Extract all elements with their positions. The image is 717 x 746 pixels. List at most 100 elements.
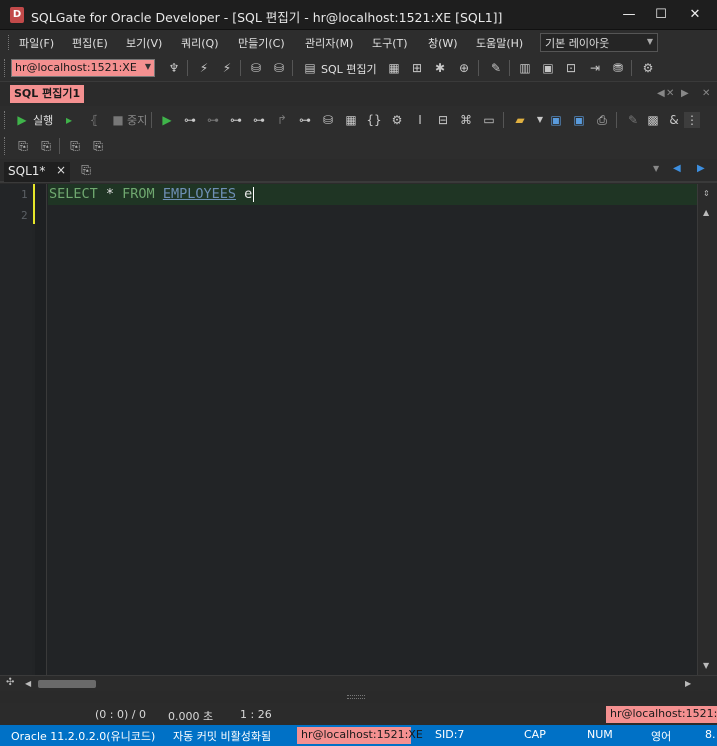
network-icon[interactable]: ⊕ [456,60,472,76]
close-document-icon[interactable]: ✕ [702,88,710,99]
horizontal-scrollbar[interactable]: ✣ ◀ ▶ [0,675,717,691]
menu-file[interactable]: 파일(F) [19,35,54,51]
profile-icon[interactable]: ⊶ [297,112,313,128]
debug-bug-icon[interactable]: ✱ [432,60,448,76]
keyword-from: FROM [122,186,155,202]
autotrace-icon[interactable]: ⊶ [251,112,267,128]
menu-tools[interactable]: 도구(T) [372,35,408,51]
database-icon[interactable]: ⛃ [610,60,626,76]
split-horizontal-icon[interactable]: ✣ [6,677,14,688]
run-to-cursor-icon[interactable]: ▶ [159,112,175,128]
trace-icon[interactable]: ⊶ [205,112,221,128]
stop-icon[interactable]: ■ [110,112,126,128]
print-icon[interactable]: ⎙ [594,112,610,128]
close-button[interactable]: ✕ [680,4,710,26]
comment-icon[interactable]: ✎ [625,112,641,128]
format-icon[interactable]: {} [366,112,382,128]
menu-admin[interactable]: 관리자(M) [305,35,353,51]
connect-icon[interactable]: ⚡ [196,60,212,76]
toolbar-grip [4,59,7,77]
uppercase-icon[interactable]: ⎘ [67,138,83,154]
sheet-tab-sql1[interactable]: SQL1* × [4,162,70,182]
more-options-icon[interactable]: ⋮ [684,112,700,128]
settings-icon[interactable]: ⚙ [389,112,405,128]
close-icon[interactable]: × [56,163,66,177]
chevron-down-icon[interactable]: ▼ [532,112,548,128]
menu-help[interactable]: 도움말(H) [476,35,523,51]
query-builder-icon[interactable]: ⛁ [320,112,336,128]
scroll-left-icon[interactable]: ◀ [657,88,665,99]
layout-select[interactable]: 기본 레이아웃 ▼ [540,33,658,52]
menu-edit[interactable]: 편집(E) [72,35,108,51]
export-sql-icon[interactable]: ⊟ [435,112,451,128]
sql-editor-button[interactable]: SQL 편집기 [321,61,377,77]
horizontal-scroll-thumb[interactable] [38,680,96,688]
sql-file-icon[interactable]: ▦ [386,60,402,76]
outdent-icon[interactable]: ⎘ [38,138,54,154]
toolbar-separator [616,112,617,128]
stop-button[interactable]: 중지 [127,112,147,128]
new-sheet-icon[interactable]: ⎘ [78,162,94,178]
transaction-icon[interactable]: ♆ [166,60,182,76]
step-icon[interactable]: ↱ [274,112,290,128]
position-connection-badge: hr@localhost:1521:XE [606,706,717,723]
chevron-down-icon[interactable]: ▼ [653,164,659,173]
scroll-right-icon[interactable]: ▶ [685,679,691,688]
vertical-scrollbar[interactable]: ⇕ ▲ ▼ [697,184,717,675]
result-splitter[interactable] [0,691,717,703]
export-icon[interactable]: ⇥ [587,60,603,76]
close-panel-icon[interactable]: ✕ [666,88,674,99]
explain-plan-icon[interactable]: ⊶ [182,112,198,128]
menu-view[interactable]: 보기(V) [126,35,162,51]
title-bar: D SQLGate for Oracle Developer - [SQL 편집… [0,0,717,30]
output-icon[interactable]: ▭ [481,112,497,128]
scroll-down-icon[interactable]: ▼ [703,661,709,670]
scroll-left-icon[interactable]: ◀ [25,679,31,688]
window-split-icon[interactable]: ▣ [540,60,556,76]
commit-icon[interactable]: ⛁ [248,60,264,76]
lowercase-icon[interactable]: ⎘ [90,138,106,154]
grid-icon[interactable]: ▦ [343,112,359,128]
run-button[interactable]: 실행 [33,112,53,128]
indent-icon[interactable]: ⎘ [15,138,31,154]
window-layout-icon[interactable]: ▥ [517,60,533,76]
sql-history-icon[interactable]: ⌘ [458,112,474,128]
toolbar-grip [4,137,7,155]
ampersand-icon[interactable]: & [666,112,682,128]
menu-window[interactable]: 창(W) [428,35,458,51]
pattern-icon[interactable]: ▩ [645,112,661,128]
run-icon[interactable]: ▶ [14,112,30,128]
cursor-position: 1 : 26 [240,708,272,721]
table-name-employees[interactable]: EMPLOYEES [163,186,236,202]
status-autocommit[interactable]: 자동 커밋 비활성화됨 [173,728,271,744]
next-sheet-icon[interactable]: ▶ [697,163,705,174]
scroll-right-icon[interactable]: ▶ [681,88,689,99]
minimize-button[interactable]: — [614,4,644,26]
schema-icon[interactable]: ⊞ [409,60,425,76]
document-tab-sql-editor[interactable]: SQL 편집기1 [10,85,85,103]
save-all-icon[interactable]: ▣ [571,112,587,128]
lock-icon[interactable]: ⊡ [563,60,579,76]
sql-editor[interactable]: 1 2 SELECT * FROM EMPLOYEES e [0,184,697,675]
run-script-icon[interactable]: ⦃ [86,112,102,128]
options-icon[interactable]: ⚙ [640,60,656,76]
text-icon[interactable]: Ⅰ [412,112,428,128]
toolbar-separator [59,138,60,154]
maximize-button[interactable]: ☐ [646,4,676,26]
sql-editor-icon[interactable]: ▤ [302,60,318,76]
menu-create[interactable]: 만들기(C) [238,35,285,51]
disconnect-icon[interactable]: ⚡ [219,60,235,76]
save-icon[interactable]: ▣ [548,112,564,128]
rollback-icon[interactable]: ⛁ [271,60,287,76]
splitter-grip [347,695,365,699]
split-icon[interactable]: ⇕ [703,189,710,198]
scroll-up-icon[interactable]: ▲ [703,208,709,217]
run-statement-icon[interactable]: ▸ [61,112,77,128]
code-line-1[interactable]: SELECT * FROM EMPLOYEES e [49,186,255,202]
prev-sheet-icon[interactable]: ◀ [673,163,681,174]
open-folder-icon[interactable]: ▰ [512,112,528,128]
connection-select[interactable]: hr@localhost:1521:XE ▼ [11,59,155,77]
menu-query[interactable]: 쿼리(Q) [181,35,218,51]
bind-var-icon[interactable]: ⊶ [228,112,244,128]
wizard-icon[interactable]: ✎ [488,60,504,76]
